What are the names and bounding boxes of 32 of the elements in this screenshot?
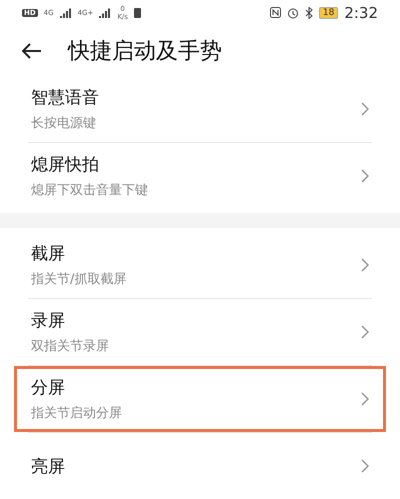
chevron-right-icon	[361, 459, 369, 473]
settings-row[interactable]: 分屏 指关节启动分屏	[14, 366, 386, 432]
settings-row[interactable]: 亮屏	[14, 433, 386, 499]
row-title: 录屏	[31, 310, 66, 332]
settings-row[interactable]: 截屏 指关节/抓取截屏	[14, 232, 386, 298]
chevron-right-icon	[361, 102, 369, 116]
chevron-right-icon	[361, 168, 369, 183]
alarm-icon	[286, 6, 299, 19]
bluetooth-icon	[304, 6, 313, 19]
row-title: 亮屏	[31, 456, 66, 478]
page-title: 快捷启动及手势	[68, 38, 222, 66]
signal-icon	[99, 8, 112, 18]
row-subtitle: 熄屏下双击音量下键	[31, 182, 149, 199]
row-subtitle: 双指关节录屏	[31, 338, 110, 355]
row-title: 熄屏快拍	[31, 154, 100, 176]
row-title: 分屏	[31, 377, 66, 399]
nfc-icon	[270, 7, 281, 18]
row-title: 截屏	[31, 243, 66, 265]
clock-time: 2:32	[344, 4, 378, 22]
row-subtitle: 长按电源键	[31, 114, 97, 132]
battery-indicator: 18	[318, 6, 338, 19]
row-subtitle: 指关节/抓取截屏	[31, 271, 128, 288]
settings-row[interactable]: 熄屏快拍 熄屏下双击音量下键	[14, 142, 386, 209]
settings-row[interactable]: 智慧语音 长按电源键	[14, 76, 386, 142]
signal-icon	[60, 8, 72, 18]
row-title: 智慧语音	[31, 86, 100, 109]
chevron-right-icon	[361, 392, 369, 406]
back-arrow-icon[interactable]	[22, 42, 42, 59]
settings-row[interactable]: 录屏 双指关节录屏	[14, 299, 386, 365]
row-subtitle: 指关节启动分屏	[31, 405, 123, 422]
chevron-right-icon	[361, 325, 369, 339]
chevron-right-icon	[361, 258, 369, 272]
